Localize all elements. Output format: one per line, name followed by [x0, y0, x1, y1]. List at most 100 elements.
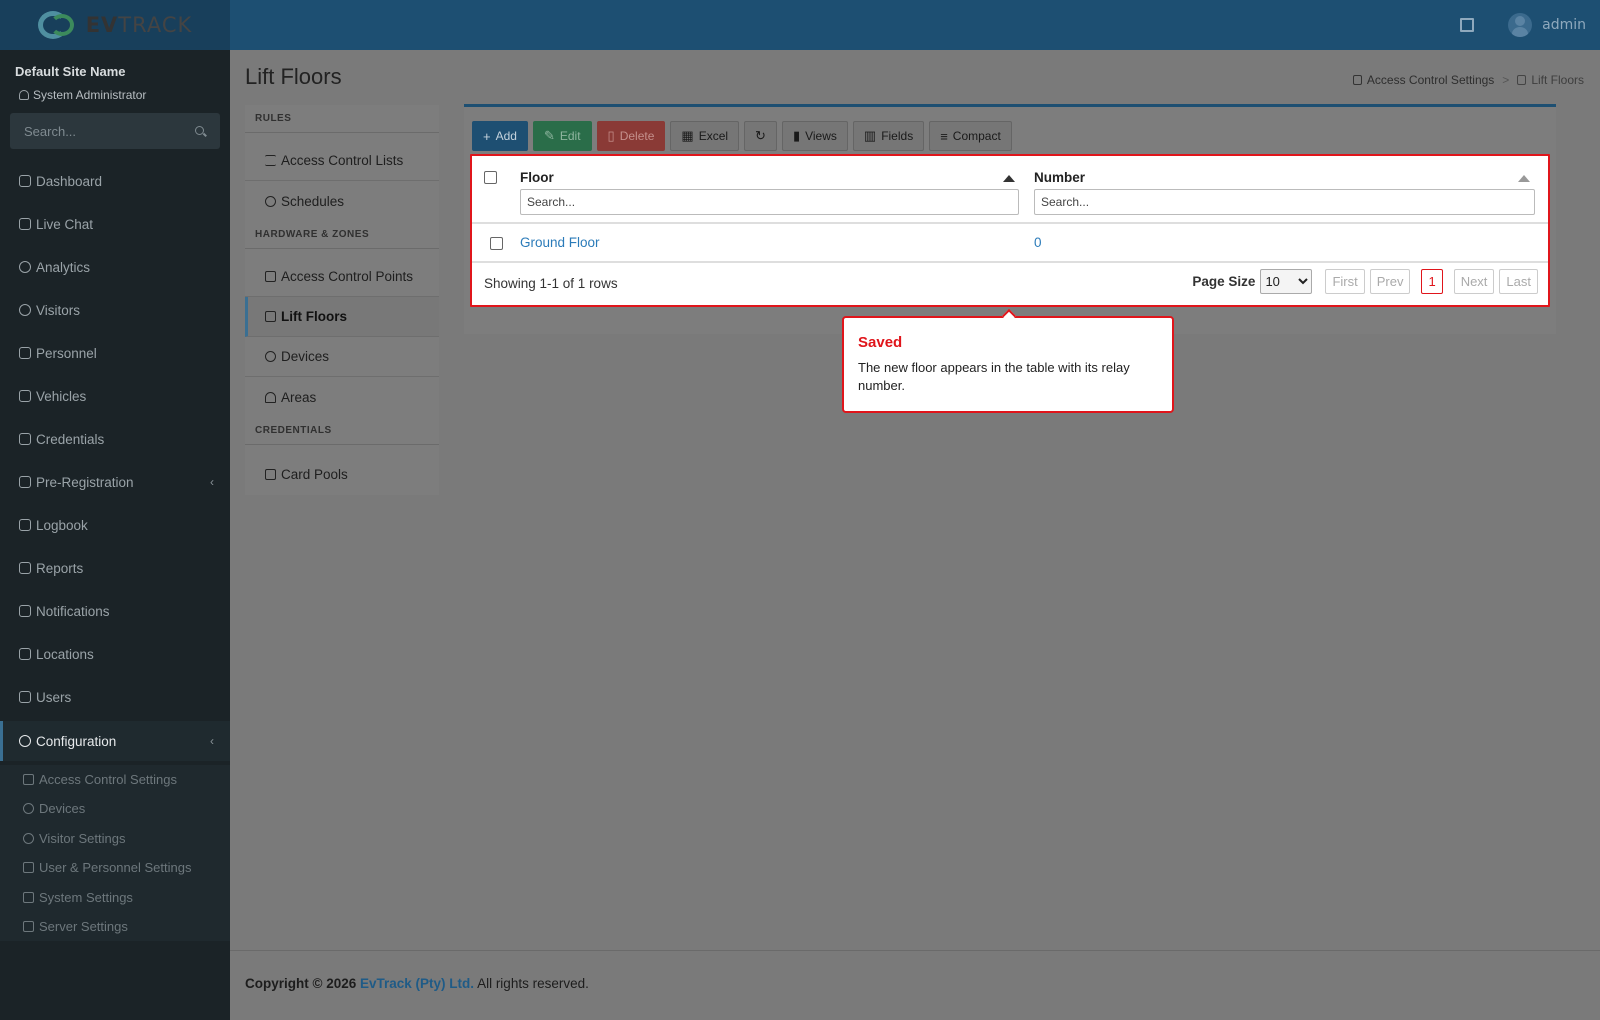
refresh-button[interactable]: ↻: [744, 121, 777, 151]
add-button[interactable]: + Add: [472, 121, 528, 151]
sidebar-subitem-devices[interactable]: Devices: [0, 794, 230, 822]
sidebar-item-analytics[interactable]: Analytics: [0, 247, 230, 287]
sidebar-subitem-visitor-settings[interactable]: Visitor Settings: [0, 824, 230, 852]
dashboard-icon: [19, 175, 31, 187]
number-search-input[interactable]: Search...: [1034, 189, 1535, 215]
toolbar: + Add ✎ Edit ▯ Delete ▦ Excel ↻ ▮ Views ▥ Fiel…: [472, 121, 1017, 151]
chevron-left-icon: ‹: [210, 475, 214, 489]
sidebar-item-pre-registration[interactable]: Pre-Registration ‹: [0, 462, 230, 502]
sidebar-item-users[interactable]: Users: [0, 677, 230, 717]
lift-icon: [1517, 75, 1527, 85]
next-page-button[interactable]: Next: [1453, 269, 1495, 294]
book-icon[interactable]: [1460, 18, 1475, 32]
sidebar-item-vehicles[interactable]: Vehicles: [0, 376, 230, 416]
logo-mark-icon: [37, 10, 82, 40]
sidebar-search-input[interactable]: Search...: [10, 113, 220, 149]
user-role: System Administrator: [19, 88, 146, 102]
sidebar-subitem-user-personnel-settings[interactable]: User & Personnel Settings: [0, 853, 230, 881]
prev-page-button[interactable]: Prev: [1369, 269, 1411, 294]
pencil-icon: ✎: [543, 128, 555, 143]
sidebar-item-personnel[interactable]: Personnel: [0, 333, 230, 373]
user-name[interactable]: admin: [1542, 17, 1586, 33]
sidebar-item-credentials[interactable]: Credentials: [0, 419, 230, 459]
user-icon: [19, 90, 29, 100]
device-icon: [23, 802, 34, 814]
tooltip-title: Saved: [858, 334, 903, 351]
list-icon: [265, 155, 276, 166]
menu-item-devices[interactable]: Devices: [245, 337, 439, 377]
edit-button[interactable]: ✎ Edit: [532, 121, 592, 151]
current-page-button[interactable]: 1: [1421, 269, 1443, 294]
avatar[interactable]: [1508, 13, 1533, 37]
book-icon: [19, 519, 31, 531]
tooltip-body: The new floor appears in the table with …: [858, 360, 1130, 393]
company-link[interactable]: EvTrack (Pty) Ltd.: [360, 976, 474, 991]
showing-rows-text: Showing 1-1 of 1 rows: [484, 276, 618, 291]
column-header-number[interactable]: Number: [1034, 170, 1085, 185]
arrows-icon: [19, 476, 31, 488]
sidebar: Default Site Name System Administrator S…: [0, 50, 230, 1020]
settings-menu: RULES Access Control Lists Schedules HAR…: [245, 105, 439, 495]
sidebar-item-live-chat[interactable]: Live Chat: [0, 204, 230, 244]
views-button[interactable]: ▮ Views: [781, 121, 848, 151]
trash-icon: ▯: [607, 128, 615, 143]
floor-cell-link[interactable]: Ground Floor: [520, 235, 600, 250]
last-page-button[interactable]: Last: [1499, 269, 1538, 294]
sidebar-item-locations[interactable]: Locations: [0, 634, 230, 674]
menu-item-access-control-lists[interactable]: Access Control Lists: [245, 141, 439, 181]
menu-item-access-control-points[interactable]: Access Control Points: [245, 257, 439, 297]
configuration-submenu: Access Control Settings Devices Visitor …: [0, 765, 230, 941]
select-all-checkbox[interactable]: [484, 171, 497, 184]
chat-icon: [19, 605, 31, 617]
sidebar-subitem-server-settings[interactable]: Server Settings: [0, 912, 230, 940]
sidebar-item-visitors[interactable]: Visitors: [0, 290, 230, 330]
breadcrumb-lift-floors: Lift Floors: [1531, 73, 1584, 87]
compact-button[interactable]: ≡ Compact: [929, 121, 1012, 151]
footer-text: Copyright © 2026 EvTrack (Pty) Ltd. All …: [245, 976, 589, 991]
lock-icon: [1352, 75, 1362, 85]
page-size-label: Page Size: [1192, 274, 1256, 289]
page-size-select[interactable]: 10: [1260, 269, 1313, 294]
sort-asc-icon[interactable]: [1003, 175, 1015, 182]
sidebar-item-configuration[interactable]: Configuration ‹: [0, 721, 230, 761]
sidebar-item-dashboard[interactable]: Dashboard: [0, 161, 230, 201]
users-icon: [19, 691, 31, 703]
fields-button[interactable]: ▥ Fields: [852, 121, 925, 151]
sidebar-subitem-access-control-settings[interactable]: Access Control Settings: [0, 765, 230, 793]
headset-icon: [19, 218, 31, 230]
menu-item-lift-floors[interactable]: Lift Floors: [245, 297, 439, 337]
columns-icon: ▥: [863, 128, 877, 143]
sliders-icon: [23, 891, 34, 903]
device-icon: [265, 351, 276, 362]
chevron-left-icon: ‹: [210, 734, 214, 748]
menu-item-card-pools[interactable]: Card Pools: [245, 454, 439, 494]
first-page-button[interactable]: First: [1325, 269, 1365, 294]
excel-button[interactable]: ▦ Excel: [670, 121, 740, 151]
clock-icon: [265, 195, 276, 207]
breadcrumb: Access Control Settings > Lift Floors: [1352, 73, 1584, 87]
sidebar-subitem-system-settings[interactable]: System Settings: [0, 883, 230, 911]
lift-floors-table: Floor Number Search... Search... Ground …: [470, 154, 1550, 307]
column-header-floor[interactable]: Floor: [520, 170, 554, 185]
sidebar-item-reports[interactable]: Reports: [0, 548, 230, 588]
bookmark-icon: ▮: [792, 128, 801, 143]
delete-button[interactable]: ▯ Delete: [596, 121, 666, 151]
section-rules: RULES: [245, 105, 439, 133]
search-icon[interactable]: [195, 126, 204, 135]
sidebar-item-notifications[interactable]: Notifications: [0, 591, 230, 631]
app-logo[interactable]: EVTRACK: [0, 0, 230, 50]
floor-search-input[interactable]: Search...: [520, 189, 1019, 215]
id-card-icon: [19, 433, 31, 445]
row-checkbox[interactable]: [490, 237, 503, 250]
eye-icon: [19, 304, 31, 316]
breadcrumb-access-control-settings[interactable]: Access Control Settings: [1367, 73, 1494, 87]
server-icon: [23, 920, 34, 932]
lift-icon: [265, 311, 276, 322]
car-icon: [19, 390, 31, 402]
map-icon: [19, 648, 31, 660]
menu-item-areas[interactable]: Areas: [245, 377, 439, 417]
menu-item-schedules[interactable]: Schedules: [245, 181, 439, 221]
sidebar-item-logbook[interactable]: Logbook: [0, 505, 230, 545]
number-cell-link[interactable]: 0: [1034, 235, 1042, 250]
sort-icon[interactable]: [1518, 175, 1530, 182]
